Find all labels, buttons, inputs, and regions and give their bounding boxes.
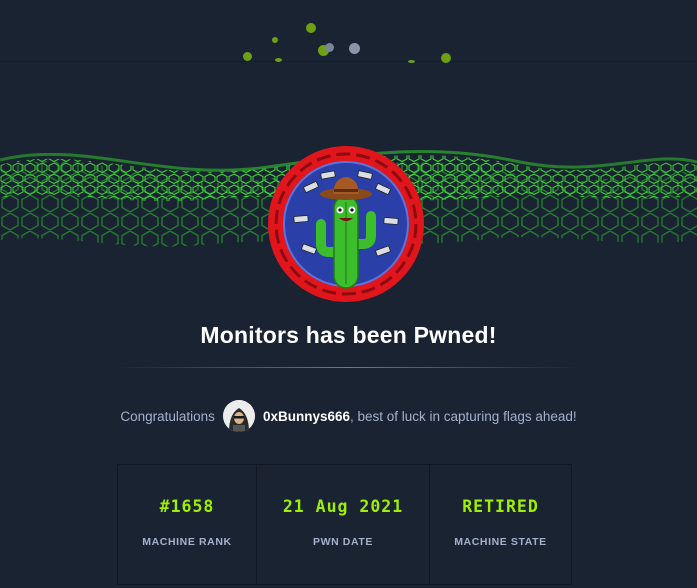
congrats-prefix: Congratulations	[120, 408, 215, 424]
stat-label: MACHINE STATE	[454, 536, 547, 548]
decor-dot	[325, 43, 334, 52]
stat-value: 21 Aug 2021	[282, 497, 404, 516]
decor-dot	[349, 43, 360, 54]
decor-dot	[243, 52, 252, 61]
machine-avatar	[266, 144, 426, 304]
stats-panel: #1658 MACHINE RANK 21 Aug 2021 PWN DATE …	[117, 464, 572, 585]
stat-value: #1658	[159, 497, 215, 516]
page-title: Monitors has been Pwned!	[200, 322, 497, 348]
username-link[interactable]: 0xBunnys666	[263, 409, 350, 424]
congrats-line: Congratulations 0xBunnys666 , best of lu…	[0, 400, 697, 432]
decor-dot	[408, 60, 415, 63]
stat-value: RETIRED	[462, 497, 539, 516]
congrats-suffix: , best of luck in capturing flags ahead!	[349, 408, 577, 424]
stat-machine-rank: #1658 MACHINE RANK	[118, 465, 257, 584]
stat-label: MACHINE RANK	[142, 536, 232, 548]
cactus-cowboy-machine-icon	[268, 146, 424, 302]
title-divider	[113, 367, 583, 368]
stat-pwn-date: 21 Aug 2021 PWN DATE	[257, 465, 430, 584]
hooded-user-avatar	[222, 400, 255, 432]
user-avatar[interactable]	[222, 400, 255, 432]
decor-dot	[441, 53, 451, 63]
stat-label: PWN DATE	[312, 536, 374, 548]
decor-dot	[306, 23, 316, 33]
top-bar	[0, 0, 697, 63]
decor-dot	[275, 58, 282, 62]
decor-dot	[272, 37, 278, 43]
stat-machine-state: RETIRED MACHINE STATE	[430, 465, 571, 584]
